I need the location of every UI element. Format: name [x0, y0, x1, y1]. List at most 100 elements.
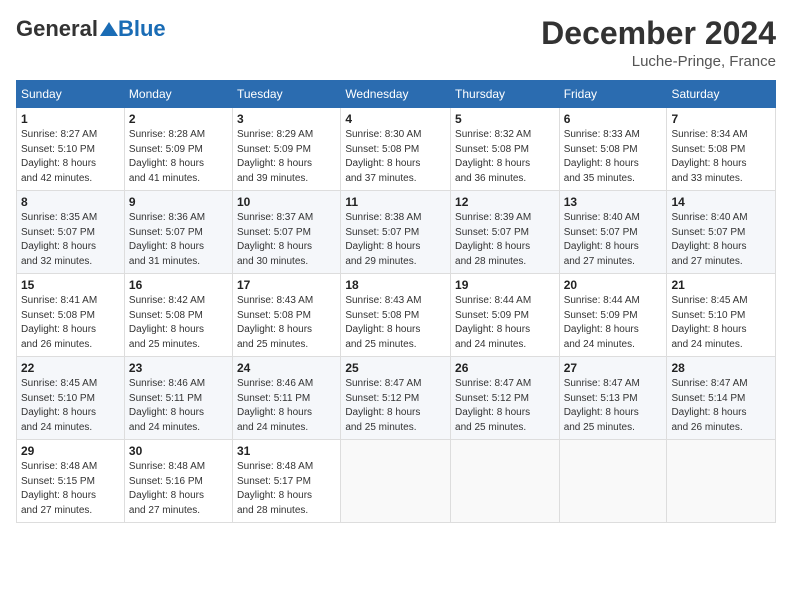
day-detail: Sunrise: 8:36 AM Sunset: 5:07 PM Dayligh…	[129, 211, 228, 269]
calendar-cell: 11 Sunrise: 8:38 AM Sunset: 5:07 PM Dayli…	[341, 191, 451, 274]
day-number: 28	[671, 361, 771, 375]
logo-icon	[100, 22, 118, 36]
day-detail: Sunrise: 8:46 AM Sunset: 5:11 PM Dayligh…	[129, 377, 228, 435]
day-detail: Sunrise: 8:43 AM Sunset: 5:08 PM Dayligh…	[345, 294, 446, 352]
day-number: 21	[671, 278, 771, 292]
day-number: 12	[455, 195, 555, 209]
calendar-cell: 19Sunrise: 8:44 AM Sunset: 5:09 PM Dayli…	[451, 274, 560, 357]
day-detail: Sunrise: 8:30 AM Sunset: 5:08 PM Dayligh…	[345, 128, 446, 186]
day-detail: Sunrise: 8:44 AM Sunset: 5:09 PM Dayligh…	[455, 294, 555, 352]
calendar-cell: 28Sunrise: 8:47 AM Sunset: 5:14 PM Dayli…	[667, 357, 776, 440]
day-number: 25	[345, 361, 446, 375]
calendar-cell: 15 Sunrise: 8:41 AM Sunset: 5:08 PM Dayli…	[17, 274, 125, 357]
location: Luche-Pringe, France	[541, 53, 776, 70]
calendar-cell	[341, 440, 451, 523]
calendar-week-row: 8 Sunrise: 8:35 AM Sunset: 5:07 PM Daylig…	[17, 191, 776, 274]
day-detail: Sunrise: 8:34 AM Sunset: 5:08 PM Dayligh…	[671, 128, 771, 186]
day-detail: Sunrise: 8:28 AM Sunset: 5:09 PM Dayligh…	[129, 128, 228, 186]
calendar-cell: 26 Sunrise: 8:47 AM Sunset: 5:12 PM Dayli…	[451, 357, 560, 440]
day-number: 30	[129, 444, 228, 458]
weekday-header: Saturday	[667, 81, 776, 108]
weekday-header: Thursday	[451, 81, 560, 108]
calendar-week-row: 22Sunrise: 8:45 AM Sunset: 5:10 PM Dayli…	[17, 357, 776, 440]
day-number: 9	[129, 195, 228, 209]
calendar-week-row: 29 Sunrise: 8:48 AM Sunset: 5:15 PM Dayli…	[17, 440, 776, 523]
day-number: 14	[671, 195, 771, 209]
calendar-cell: 23 Sunrise: 8:46 AM Sunset: 5:11 PM Dayli…	[124, 357, 232, 440]
calendar-cell: 30 Sunrise: 8:48 AM Sunset: 5:16 PM Dayli…	[124, 440, 232, 523]
day-detail: Sunrise: 8:27 AM Sunset: 5:10 PM Dayligh…	[21, 128, 120, 186]
day-detail: Sunrise: 8:29 AM Sunset: 5:09 PM Dayligh…	[237, 128, 336, 186]
calendar-cell: 24Sunrise: 8:46 AM Sunset: 5:11 PM Dayli…	[233, 357, 341, 440]
calendar-cell	[559, 440, 667, 523]
calendar-week-row: 15 Sunrise: 8:41 AM Sunset: 5:08 PM Dayli…	[17, 274, 776, 357]
day-number: 23	[129, 361, 228, 375]
day-number: 29	[21, 444, 120, 458]
day-number: 31	[237, 444, 336, 458]
calendar-cell: 2 Sunrise: 8:28 AM Sunset: 5:09 PM Daylig…	[124, 108, 232, 191]
weekday-header: Tuesday	[233, 81, 341, 108]
calendar-cell: 17 Sunrise: 8:43 AM Sunset: 5:08 PM Dayli…	[233, 274, 341, 357]
calendar-cell: 16 Sunrise: 8:42 AM Sunset: 5:08 PM Dayli…	[124, 274, 232, 357]
calendar-cell: 12Sunrise: 8:39 AM Sunset: 5:07 PM Dayli…	[451, 191, 560, 274]
calendar-cell: 27Sunrise: 8:47 AM Sunset: 5:13 PM Dayli…	[559, 357, 667, 440]
calendar-cell: 21 Sunrise: 8:45 AM Sunset: 5:10 PM Dayli…	[667, 274, 776, 357]
day-detail: Sunrise: 8:41 AM Sunset: 5:08 PM Dayligh…	[21, 294, 120, 352]
logo-general: General	[16, 16, 98, 42]
day-number: 1	[21, 112, 120, 126]
calendar-cell: 4 Sunrise: 8:30 AM Sunset: 5:08 PM Daylig…	[341, 108, 451, 191]
day-detail: Sunrise: 8:35 AM Sunset: 5:07 PM Dayligh…	[21, 211, 120, 269]
day-detail: Sunrise: 8:48 AM Sunset: 5:16 PM Dayligh…	[129, 460, 228, 518]
title-block: December 2024 Luche-Pringe, France	[541, 16, 776, 70]
day-detail: Sunrise: 8:48 AM Sunset: 5:15 PM Dayligh…	[21, 460, 120, 518]
day-detail: Sunrise: 8:43 AM Sunset: 5:08 PM Dayligh…	[237, 294, 336, 352]
calendar-cell: 7 Sunrise: 8:34 AM Sunset: 5:08 PM Daylig…	[667, 108, 776, 191]
calendar-cell: 18Sunrise: 8:43 AM Sunset: 5:08 PM Dayli…	[341, 274, 451, 357]
day-number: 26	[455, 361, 555, 375]
day-number: 5	[455, 112, 555, 126]
calendar-cell	[451, 440, 560, 523]
day-number: 15	[21, 278, 120, 292]
header: General Blue December 2024 Luche-Pringe,…	[16, 16, 776, 70]
day-detail: Sunrise: 8:38 AM Sunset: 5:07 PM Dayligh…	[345, 211, 446, 269]
calendar-cell: 29 Sunrise: 8:48 AM Sunset: 5:15 PM Dayli…	[17, 440, 125, 523]
day-detail: Sunrise: 8:33 AM Sunset: 5:08 PM Dayligh…	[564, 128, 663, 186]
day-detail: Sunrise: 8:46 AM Sunset: 5:11 PM Dayligh…	[237, 377, 336, 435]
calendar-cell: 8 Sunrise: 8:35 AM Sunset: 5:07 PM Daylig…	[17, 191, 125, 274]
day-detail: Sunrise: 8:40 AM Sunset: 5:07 PM Dayligh…	[564, 211, 663, 269]
day-number: 16	[129, 278, 228, 292]
calendar-cell: 22Sunrise: 8:45 AM Sunset: 5:10 PM Dayli…	[17, 357, 125, 440]
weekday-header: Friday	[559, 81, 667, 108]
day-number: 27	[564, 361, 663, 375]
day-number: 2	[129, 112, 228, 126]
day-number: 8	[21, 195, 120, 209]
calendar-cell: 5Sunrise: 8:32 AM Sunset: 5:08 PM Daylig…	[451, 108, 560, 191]
logo-blue: Blue	[118, 16, 166, 42]
weekday-header: Sunday	[17, 81, 125, 108]
calendar-cell: 31 Sunrise: 8:48 AM Sunset: 5:17 PM Dayli…	[233, 440, 341, 523]
weekday-header: Monday	[124, 81, 232, 108]
day-number: 7	[671, 112, 771, 126]
calendar-cell: 14 Sunrise: 8:40 AM Sunset: 5:07 PM Dayli…	[667, 191, 776, 274]
calendar-cell: 13 Sunrise: 8:40 AM Sunset: 5:07 PM Dayli…	[559, 191, 667, 274]
day-number: 6	[564, 112, 663, 126]
day-detail: Sunrise: 8:40 AM Sunset: 5:07 PM Dayligh…	[671, 211, 771, 269]
day-number: 4	[345, 112, 446, 126]
calendar-cell: 20Sunrise: 8:44 AM Sunset: 5:09 PM Dayli…	[559, 274, 667, 357]
day-detail: Sunrise: 8:47 AM Sunset: 5:12 PM Dayligh…	[455, 377, 555, 435]
day-number: 22	[21, 361, 120, 375]
day-number: 3	[237, 112, 336, 126]
day-detail: Sunrise: 8:37 AM Sunset: 5:07 PM Dayligh…	[237, 211, 336, 269]
day-number: 13	[564, 195, 663, 209]
day-detail: Sunrise: 8:45 AM Sunset: 5:10 PM Dayligh…	[671, 294, 771, 352]
day-number: 17	[237, 278, 336, 292]
calendar-week-row: 1 Sunrise: 8:27 AM Sunset: 5:10 PM Daylig…	[17, 108, 776, 191]
logo: General Blue	[16, 16, 166, 42]
logo-text: General Blue	[16, 16, 166, 42]
day-number: 20	[564, 278, 663, 292]
calendar-cell	[667, 440, 776, 523]
day-detail: Sunrise: 8:48 AM Sunset: 5:17 PM Dayligh…	[237, 460, 336, 518]
calendar-table: SundayMondayTuesdayWednesdayThursdayFrid…	[16, 80, 776, 523]
day-number: 11	[345, 195, 446, 209]
day-detail: Sunrise: 8:42 AM Sunset: 5:08 PM Dayligh…	[129, 294, 228, 352]
